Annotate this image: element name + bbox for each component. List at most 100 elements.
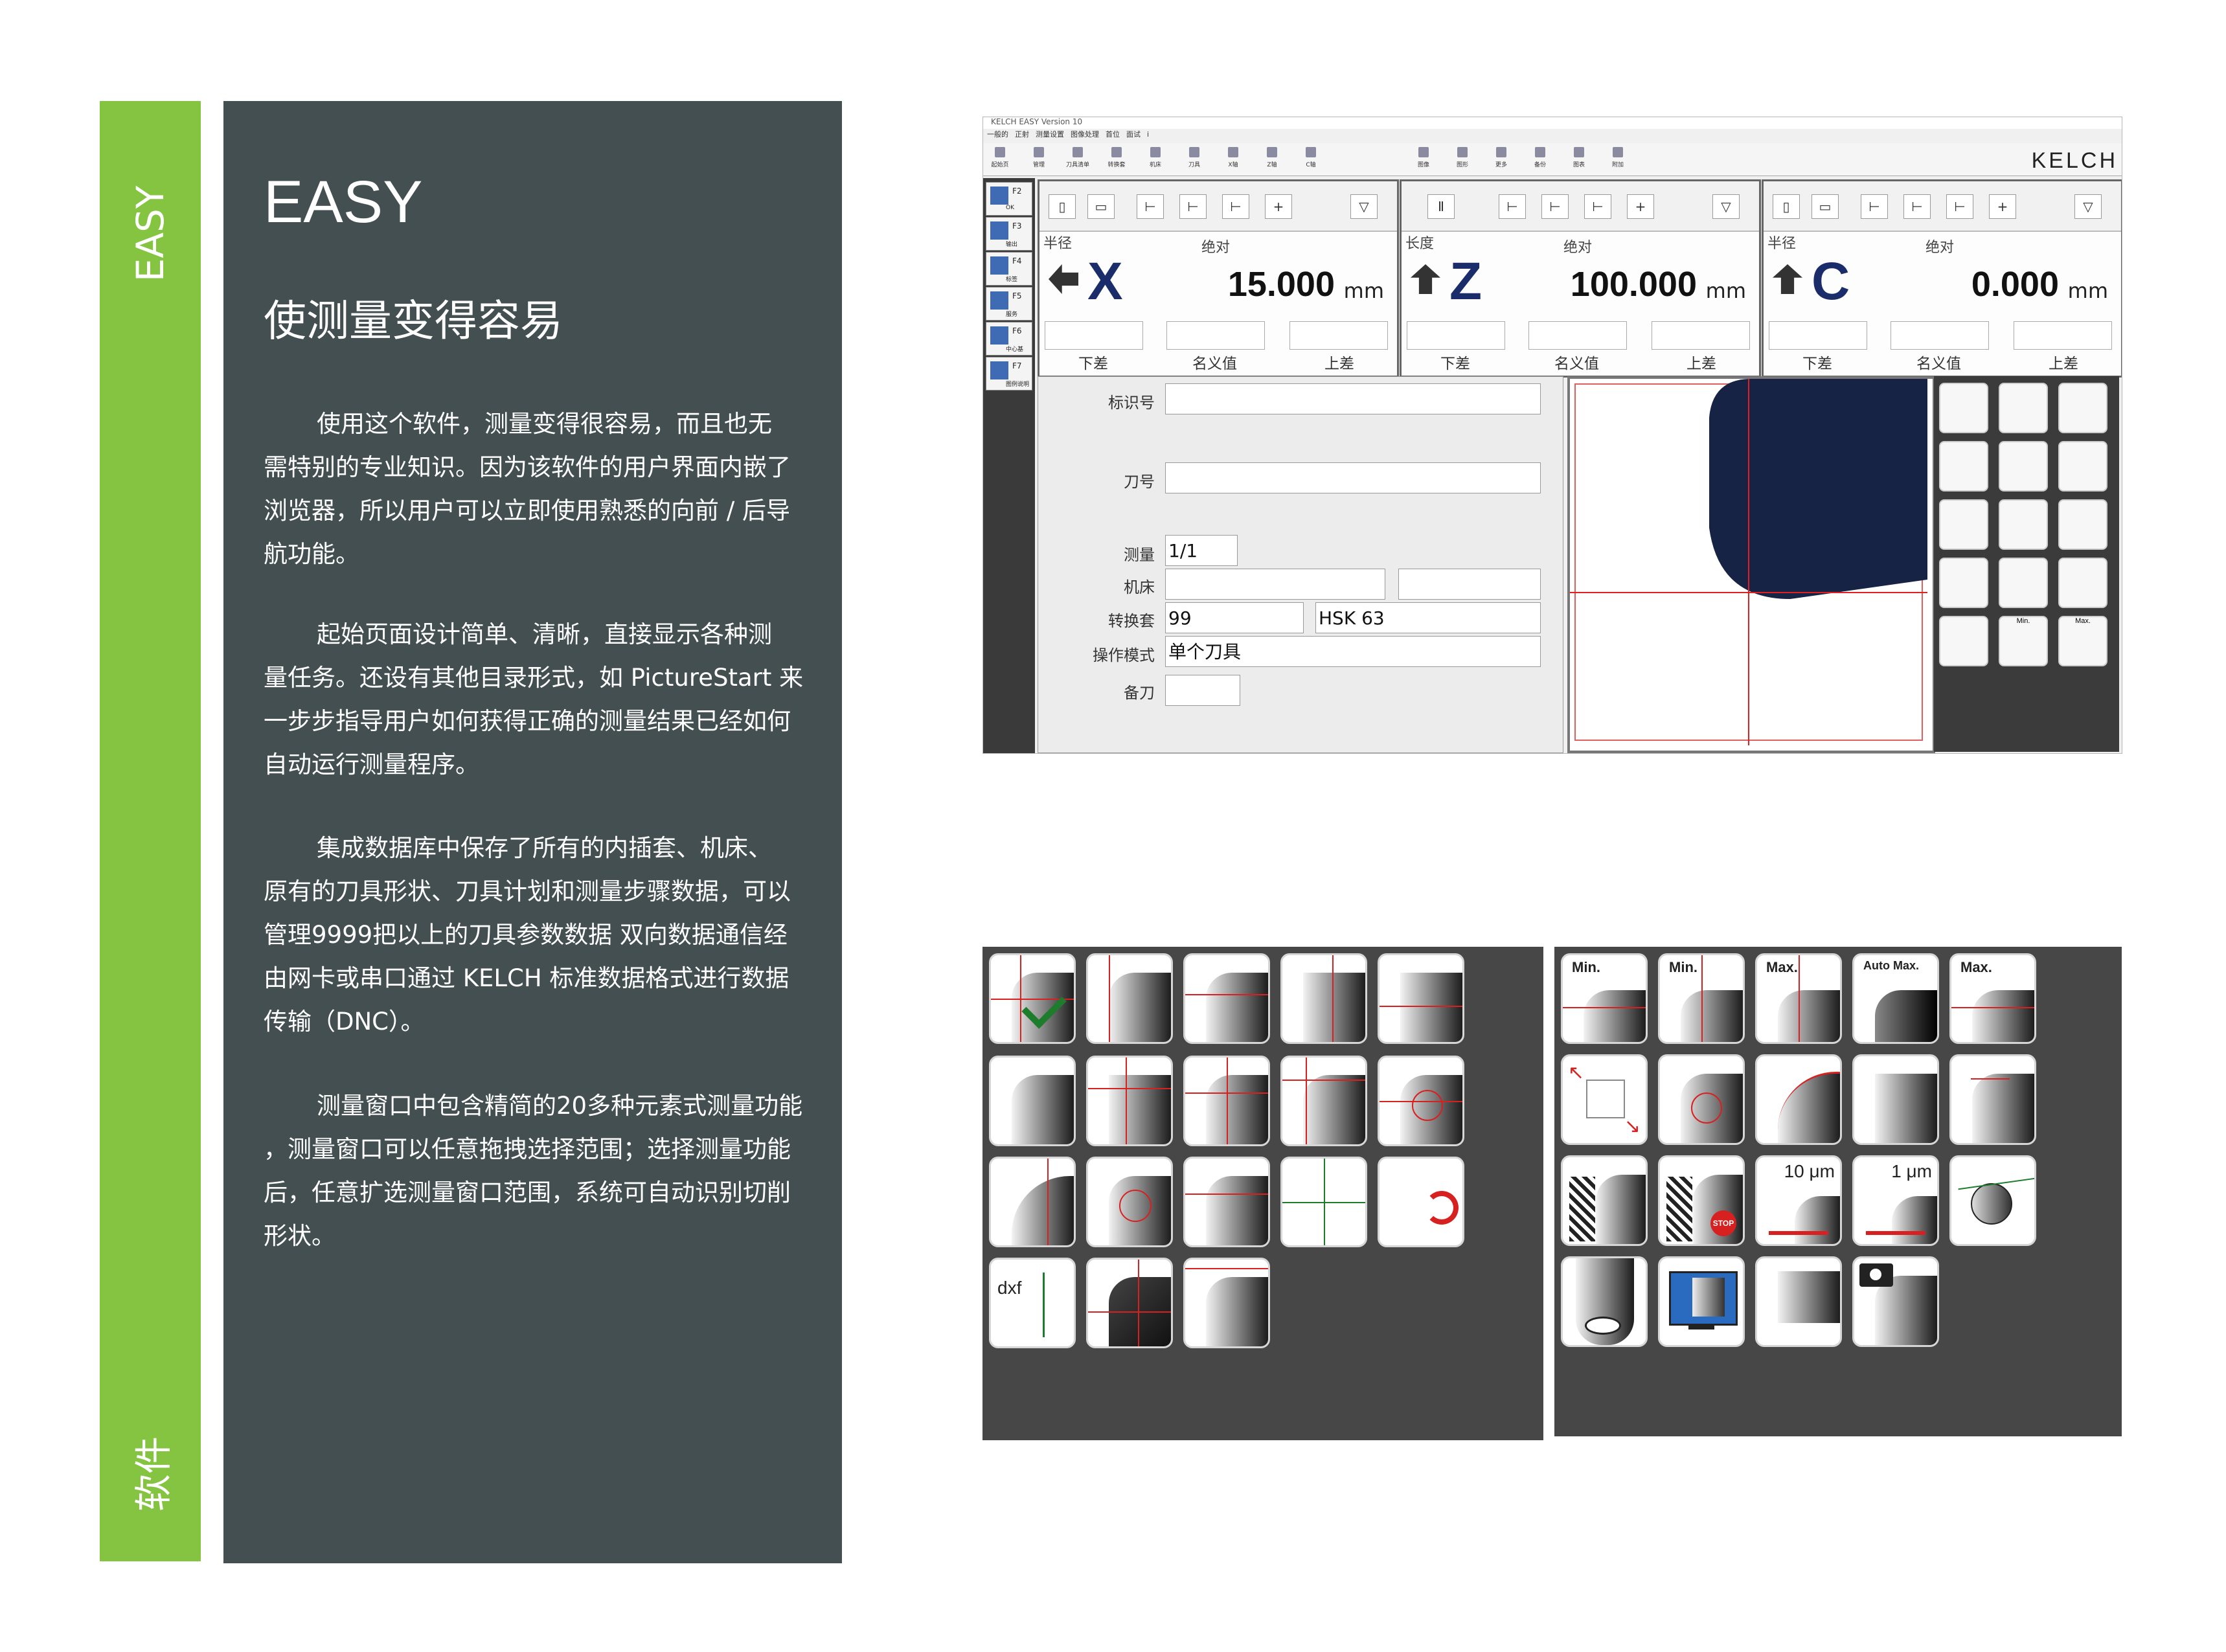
menu-item[interactable]: 图像处理 xyxy=(1071,130,1099,139)
palette-max-tool[interactable]: Max. xyxy=(2058,616,2107,666)
id-input[interactable] xyxy=(1165,383,1541,414)
measure-input[interactable]: 1/1 xyxy=(1165,535,1238,566)
palette-tool[interactable] xyxy=(1999,558,2048,608)
menu-item[interactable]: 正射 xyxy=(1015,130,1029,139)
funnel-icon[interactable]: ▽ xyxy=(1350,194,1378,219)
toolbar-adapter-button[interactable]: 转换套 xyxy=(1104,147,1130,173)
min-radius-icon[interactable]: Min. xyxy=(1561,953,1648,1044)
cursor-icon[interactable]: ▭ xyxy=(1811,194,1839,219)
rotate-angle-icon[interactable] xyxy=(1378,1157,1464,1247)
edge-icon[interactable]: ⊢ xyxy=(1499,194,1526,219)
edge-icon[interactable]: ⊢ xyxy=(1946,194,1973,219)
lower-tolerance-input[interactable] xyxy=(1045,321,1143,350)
hatched-profile-icon[interactable] xyxy=(1561,1155,1648,1246)
toolbar-backup-button[interactable]: 备份 xyxy=(1527,147,1553,173)
triangle-angle-icon[interactable] xyxy=(1280,1056,1367,1146)
arc-contour-icon[interactable] xyxy=(1755,1054,1842,1145)
auto-max-icon[interactable]: Auto Max. xyxy=(1852,953,1939,1044)
circle-center-icon[interactable] xyxy=(1378,1056,1464,1146)
line-intersect-icon[interactable] xyxy=(1183,1157,1270,1247)
corner-radius-icon[interactable] xyxy=(989,1056,1076,1146)
nominal-input[interactable] xyxy=(1891,321,1989,350)
toolbar-image-button[interactable]: 图像 xyxy=(1411,147,1437,173)
edge-icon[interactable]: ⊢ xyxy=(1137,194,1164,219)
palette-tool[interactable] xyxy=(1939,616,1988,666)
f5-service-button[interactable]: F5 服务 xyxy=(986,287,1032,321)
edge-icon[interactable]: ⊢ xyxy=(1222,194,1249,219)
cursor-icon[interactable]: ▯ xyxy=(1049,194,1076,219)
cutting-edge-icon[interactable] xyxy=(1183,1258,1270,1348)
menu-item[interactable]: i xyxy=(1147,130,1149,139)
toolbar-graphic-button[interactable]: 图形 xyxy=(1449,147,1475,173)
adapter-type-input[interactable]: HSK 63 xyxy=(1315,602,1541,633)
nominal-input[interactable] xyxy=(1166,321,1265,350)
edge-point-icon[interactable] xyxy=(1183,953,1270,1044)
max-radius-icon[interactable]: Max. xyxy=(1949,953,2036,1044)
stop-profile-icon[interactable]: STOP xyxy=(1658,1155,1745,1246)
camera-snapshot-icon[interactable] xyxy=(1852,1256,1939,1347)
edge-icon[interactable]: ⊢ xyxy=(1179,194,1207,219)
edge-icon[interactable]: ⊢ xyxy=(1903,194,1931,219)
machine-extra-input[interactable] xyxy=(1398,569,1541,600)
palette-tool[interactable] xyxy=(1939,499,1988,550)
crosshair-tool-icon[interactable] xyxy=(1280,1157,1367,1247)
cursor-icon[interactable]: Ⅱ xyxy=(1427,194,1455,219)
machine-input[interactable] xyxy=(1165,569,1385,600)
crosshair-icon[interactable]: + xyxy=(1265,194,1292,219)
toolbar-x-axis-button[interactable]: X轴 xyxy=(1220,147,1246,173)
arc-radius-icon[interactable] xyxy=(989,1157,1076,1247)
edge-icon[interactable]: ⊢ xyxy=(1541,194,1569,219)
f6-center-button[interactable]: F6 中心基 xyxy=(986,322,1032,356)
palette-tool[interactable] xyxy=(2058,499,2107,550)
palette-tool[interactable] xyxy=(1939,441,1988,492)
angle-triangle-icon[interactable] xyxy=(1949,1054,2036,1145)
toolbar-extra-button[interactable]: 附加 xyxy=(1605,147,1631,173)
menu-item[interactable]: 测量设置 xyxy=(1036,130,1064,139)
tolerance-1um-icon[interactable]: 1 μm xyxy=(1852,1155,1939,1246)
palette-tool[interactable] xyxy=(2058,558,2107,608)
circle-tangent-icon[interactable] xyxy=(1086,1157,1173,1247)
monitor-view-icon[interactable] xyxy=(1658,1256,1745,1347)
palette-min-tool[interactable]: Min. xyxy=(1999,616,2048,666)
spare-input[interactable] xyxy=(1165,675,1240,706)
angle-line-icon[interactable] xyxy=(1086,953,1173,1044)
corner-cross-icon[interactable] xyxy=(1086,1056,1173,1146)
crosshair-icon[interactable]: + xyxy=(1627,194,1654,219)
funnel-icon[interactable]: ▽ xyxy=(1712,194,1740,219)
diagonal-edge-icon[interactable] xyxy=(1378,953,1464,1044)
toolbar-home-button[interactable]: 起始页 xyxy=(987,147,1013,173)
inner-corner-icon[interactable] xyxy=(1086,1258,1173,1348)
f3-output-button[interactable]: F3 输出 xyxy=(986,217,1032,251)
mode-select[interactable]: 单个刀具 xyxy=(1165,636,1541,667)
toolbar-c-axis-button[interactable]: C轴 xyxy=(1298,147,1324,173)
nominal-input[interactable] xyxy=(1528,321,1627,350)
circle-line-icon[interactable] xyxy=(1949,1155,2036,1246)
palette-tool[interactable] xyxy=(2058,383,2107,433)
chamfer-angle-icon[interactable] xyxy=(1852,1054,1939,1145)
cursor-icon[interactable]: ▯ xyxy=(1773,194,1800,219)
palette-tool[interactable] xyxy=(1999,383,2048,433)
menu-item[interactable]: 一般的 xyxy=(987,130,1008,139)
edge-icon[interactable]: ⊢ xyxy=(1861,194,1888,219)
f4-label-button[interactable]: F4 标签 xyxy=(986,252,1032,286)
upper-tolerance-input[interactable] xyxy=(1652,321,1750,350)
toolbar-more-button[interactable]: 更多 xyxy=(1488,147,1514,173)
toolbar-toollist-button[interactable]: 刀具清单 xyxy=(1065,147,1091,173)
f7-legend-button[interactable]: F7 图例说明 xyxy=(986,357,1032,390)
adapter-input[interactable]: 99 xyxy=(1165,602,1304,633)
expand-window-icon[interactable]: ↖ ↘ xyxy=(1561,1054,1648,1145)
upper-tolerance-input[interactable] xyxy=(2014,321,2112,350)
step-edge-icon[interactable] xyxy=(1183,1056,1270,1146)
tool-tip-icon[interactable] xyxy=(1755,1256,1842,1347)
dxf-compare-icon[interactable]: dxf xyxy=(989,1258,1076,1348)
menu-item[interactable]: 面试 xyxy=(1126,130,1141,139)
toolbar-chart-button[interactable]: 图表 xyxy=(1566,147,1592,173)
menu-item[interactable]: 首位 xyxy=(1106,130,1120,139)
crosshair-icon[interactable]: + xyxy=(1989,194,2016,219)
tolerance-10um-icon[interactable]: 10 μm xyxy=(1755,1155,1842,1246)
max-length-icon[interactable]: Max. xyxy=(1755,953,1842,1044)
eye-view-icon[interactable] xyxy=(1561,1256,1648,1347)
lower-tolerance-input[interactable] xyxy=(1769,321,1867,350)
edge-icon[interactable]: ⊢ xyxy=(1584,194,1611,219)
lower-tolerance-input[interactable] xyxy=(1407,321,1505,350)
